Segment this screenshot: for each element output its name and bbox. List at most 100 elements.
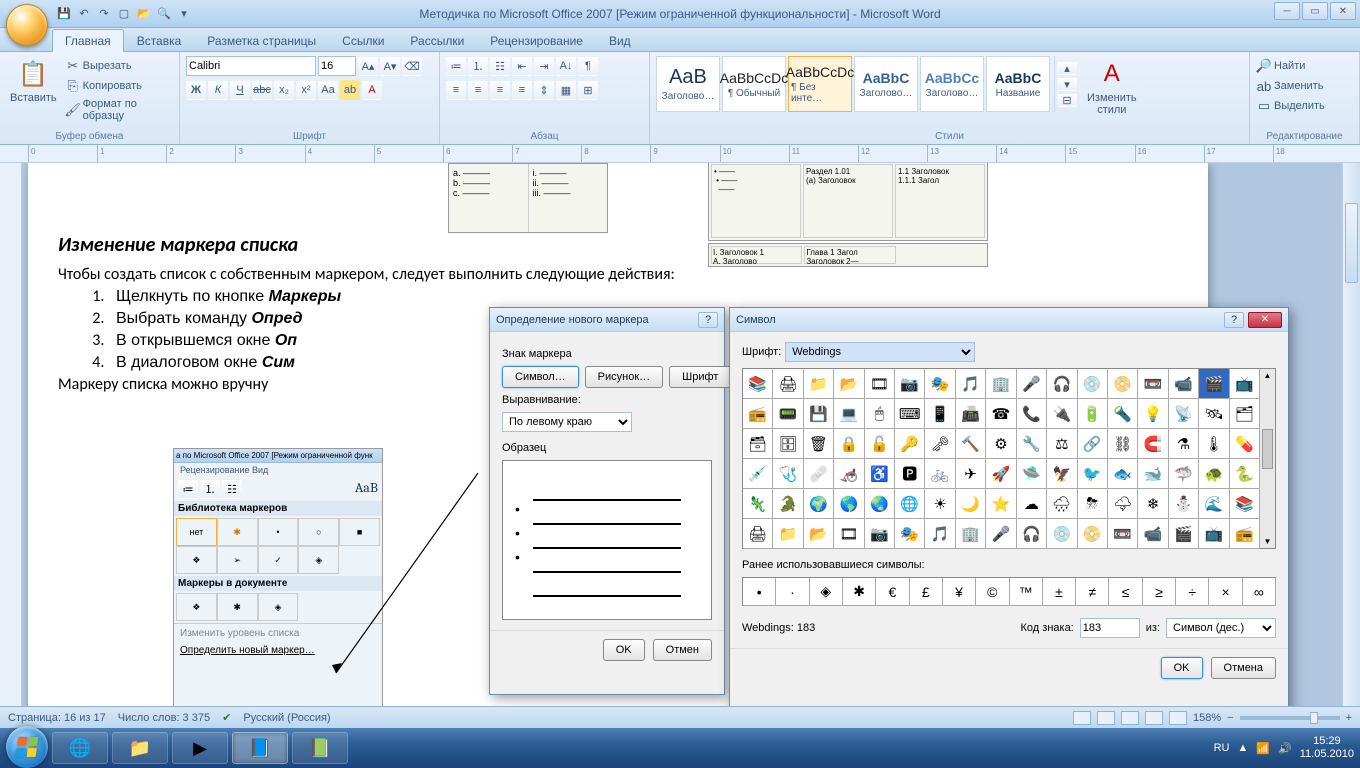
alignment-select[interactable]: По левому краю	[502, 412, 632, 432]
show-marks-button[interactable]: ¶	[578, 56, 598, 76]
tab-layout[interactable]: Разметка страницы	[194, 29, 329, 52]
line-spacing-button[interactable]: ⇕	[534, 80, 554, 100]
recent-symbols[interactable]: •·◈✱€£¥©™±≠≤≥÷×∞	[742, 577, 1276, 606]
justify-button[interactable]: ≡	[512, 80, 532, 100]
taskbar-excel[interactable]: 📗	[292, 732, 348, 764]
bold-button[interactable]: Ж	[186, 80, 206, 100]
clock[interactable]: 15:2911.05.2010	[1300, 735, 1354, 761]
close-button[interactable]: ✕	[1330, 2, 1356, 20]
input-language[interactable]: RU	[1214, 742, 1230, 754]
align-left-button[interactable]: ≡	[446, 80, 466, 100]
sort-button[interactable]: A↓	[556, 56, 576, 76]
numbering-button[interactable]: ⒈	[468, 56, 488, 76]
format-painter-button[interactable]: 🖌Формат по образцу	[65, 98, 173, 122]
font-name[interactable]	[186, 56, 316, 76]
style-item-selected[interactable]: AaBbCcDc¶ Без инте…	[788, 56, 852, 112]
subscript-button[interactable]: x₂	[274, 80, 294, 100]
gallery-more-icon[interactable]: ⊟	[1057, 93, 1077, 107]
picture-button[interactable]: Рисунок…	[585, 366, 664, 388]
horizontal-ruler[interactable]: 0123456789101112131415161718	[0, 145, 1360, 163]
draft-view[interactable]	[1169, 711, 1187, 725]
maximize-button[interactable]: ▭	[1302, 2, 1328, 20]
copy-button[interactable]: ⎘Копировать	[65, 78, 173, 94]
gallery-down-icon[interactable]: ▾	[1057, 77, 1077, 91]
word-count[interactable]: Число слов: 3 375	[118, 712, 210, 724]
paste-button[interactable]: 📋 Вставить	[6, 56, 61, 106]
style-item[interactable]: AaBbCcЗаголово…	[920, 56, 984, 112]
new-icon[interactable]: ▢	[116, 6, 132, 22]
change-styles-button[interactable]: A Изменить стили	[1083, 56, 1141, 118]
multilevel-button[interactable]: ☷	[490, 56, 510, 76]
start-button[interactable]	[6, 726, 48, 768]
borders-button[interactable]: ⊞	[578, 80, 598, 100]
ok-button[interactable]: OK	[603, 639, 645, 661]
style-item[interactable]: AaBbCcDc¶ Обычный	[722, 56, 786, 112]
replace-button[interactable]: abЗаменить	[1256, 78, 1323, 94]
align-right-button[interactable]: ≡	[490, 80, 510, 100]
qat-menu-icon[interactable]: ▾	[176, 6, 192, 22]
font-size[interactable]	[318, 56, 356, 76]
grid-scrollbar[interactable]: ▲ ▼	[1260, 368, 1276, 549]
web-layout-view[interactable]	[1121, 711, 1139, 725]
align-center-button[interactable]: ≡	[468, 80, 488, 100]
symbol-grid[interactable]: 📚🖨📁📂🎞📷🎭🎵🏢🎤🎧💿📀📼📹🎬📺📻📟💾💻🖱⌨📱📠☎📞🔌🔋🔦💡📡🛰🗂🗃🗄🗑🔒🔓🔑…	[742, 368, 1260, 549]
page-status[interactable]: Страница: 16 из 17	[8, 712, 106, 724]
font-select[interactable]: Webdings	[785, 342, 975, 362]
symbol-button[interactable]: Символ…	[502, 366, 579, 388]
help-icon[interactable]: ?	[698, 312, 718, 328]
cancel-button[interactable]: Отмена	[1211, 657, 1276, 679]
outdent-button[interactable]: ⇤	[512, 56, 532, 76]
shading-button[interactable]: ▦	[556, 80, 576, 100]
indent-button[interactable]: ⇥	[534, 56, 554, 76]
office-button[interactable]	[6, 4, 48, 46]
tab-references[interactable]: Ссылки	[329, 29, 397, 52]
find-button[interactable]: 🔎Найти	[1256, 58, 1305, 74]
undo-icon[interactable]: ↶	[76, 6, 92, 22]
zoom-in-icon[interactable]: +	[1346, 712, 1352, 724]
tray-network-icon[interactable]: 📶	[1256, 742, 1270, 755]
superscript-button[interactable]: x²	[296, 80, 316, 100]
tab-mailings[interactable]: Рассылки	[397, 29, 477, 52]
zoom-value[interactable]: 158%	[1193, 712, 1221, 724]
from-select[interactable]: Символ (дес.)	[1166, 618, 1276, 638]
font-button[interactable]: Шрифт	[669, 366, 731, 388]
gallery-up-icon[interactable]: ▴	[1057, 61, 1077, 75]
minimize-button[interactable]: ─	[1274, 2, 1300, 20]
font-color-button[interactable]: A	[362, 80, 382, 100]
tab-home[interactable]: Главная	[52, 29, 124, 52]
underline-button[interactable]: Ч	[230, 80, 250, 100]
case-button[interactable]: Aa	[318, 80, 338, 100]
select-button[interactable]: ▭Выделить	[1256, 98, 1325, 114]
italic-button[interactable]: К	[208, 80, 228, 100]
tab-insert[interactable]: Вставка	[124, 29, 195, 52]
cancel-button[interactable]: Отмен	[653, 639, 712, 661]
tray-flag-icon[interactable]: ▲	[1237, 742, 1248, 754]
vertical-ruler[interactable]	[0, 163, 22, 728]
code-input[interactable]	[1080, 618, 1140, 638]
taskbar-ie[interactable]: 🌐	[52, 732, 108, 764]
redo-icon[interactable]: ↷	[96, 6, 112, 22]
close-icon[interactable]: ✕	[1248, 312, 1282, 328]
styles-gallery[interactable]: AaBЗаголово… AaBbCcDc¶ Обычный AaBbCcDc¶…	[656, 56, 1050, 112]
shrink-font-button[interactable]: A▾	[380, 56, 400, 76]
tab-review[interactable]: Рецензирование	[477, 29, 596, 52]
zoom-out-icon[interactable]: −	[1227, 712, 1233, 724]
save-icon[interactable]: 💾	[56, 6, 72, 22]
grow-font-button[interactable]: A▴	[358, 56, 378, 76]
open-icon[interactable]: 📂	[136, 6, 152, 22]
dialog-titlebar[interactable]: Символ ? ✕	[730, 308, 1288, 332]
taskbar-media[interactable]: ▶	[172, 732, 228, 764]
bullets-button[interactable]: ≔	[446, 56, 466, 76]
preview-icon[interactable]: 🔍	[156, 6, 172, 22]
zoom-slider[interactable]	[1240, 716, 1340, 720]
help-icon[interactable]: ?	[1224, 312, 1244, 328]
tab-view[interactable]: Вид	[596, 29, 644, 52]
taskbar-explorer[interactable]: 📁	[112, 732, 168, 764]
tray-volume-icon[interactable]: 🔊	[1278, 742, 1292, 755]
cut-button[interactable]: ✂Вырезать	[65, 58, 173, 74]
style-item[interactable]: AaBЗаголово…	[656, 56, 720, 112]
outline-view[interactable]	[1145, 711, 1163, 725]
style-item[interactable]: AaBbCЗаголово…	[854, 56, 918, 112]
language-status[interactable]: Русский (Россия)	[243, 712, 330, 724]
style-item[interactable]: AaBbCНазвание	[986, 56, 1050, 112]
